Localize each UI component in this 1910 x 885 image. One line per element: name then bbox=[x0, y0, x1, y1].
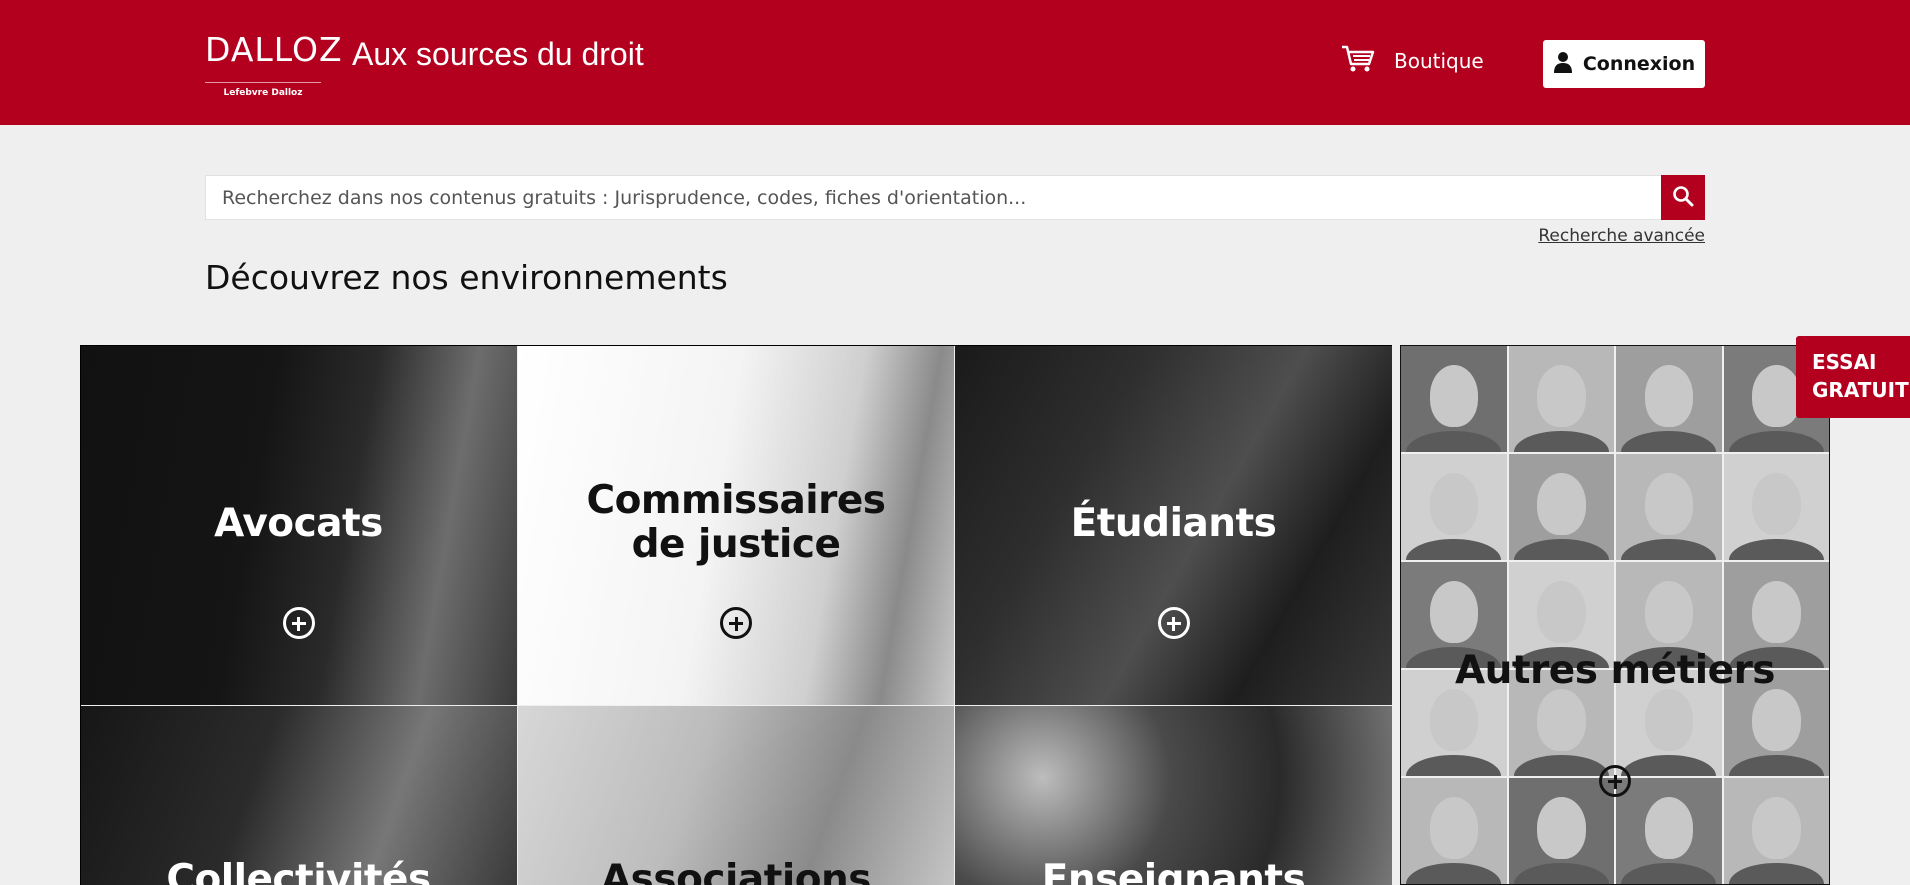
essai-label-line1: ESSAI bbox=[1812, 350, 1877, 374]
tile-label-line: de justice bbox=[631, 522, 841, 567]
logo-divider bbox=[205, 82, 321, 83]
essai-label-line2: GRATUIT bbox=[1812, 378, 1909, 402]
logo-wordmark: DALLOZ bbox=[205, 30, 343, 69]
tile-label: Autres métiers bbox=[1454, 648, 1776, 693]
search-input[interactable] bbox=[206, 176, 1661, 219]
plus-circle-icon[interactable] bbox=[282, 607, 315, 639]
user-icon bbox=[1553, 51, 1573, 77]
boutique-label: Boutique bbox=[1394, 49, 1484, 73]
tile-label: Commissaires de justice bbox=[518, 479, 954, 567]
portrait-image bbox=[1616, 778, 1722, 884]
site-tagline: Aux sources du droit bbox=[352, 36, 644, 72]
tile-label: Associations bbox=[601, 857, 872, 885]
connexion-label: Connexion bbox=[1582, 53, 1696, 75]
site-header: DALLOZ Lefebvre Dalloz Aux sources du dr… bbox=[0, 0, 1910, 125]
cart-icon bbox=[1340, 44, 1376, 78]
portrait-image bbox=[1401, 346, 1507, 452]
tile-label: Collectivités bbox=[166, 857, 431, 885]
portrait-mosaic bbox=[1401, 346, 1829, 884]
portrait-image bbox=[1508, 346, 1614, 452]
search-icon bbox=[1672, 185, 1694, 211]
section-title: Découvrez nos environnements bbox=[205, 258, 728, 297]
logo-subtitle: Lefebvre Dalloz bbox=[223, 88, 303, 98]
tile-commissaires-de-justice[interactable]: Commissaires de justice bbox=[518, 345, 954, 705]
tile-label-line: Commissaires bbox=[586, 478, 886, 523]
search-button[interactable] bbox=[1661, 175, 1705, 220]
tile-etudiants[interactable]: Étudiants bbox=[955, 345, 1392, 705]
tile-enseignants[interactable]: Enseignants bbox=[955, 706, 1392, 885]
portrait-image bbox=[1401, 454, 1507, 560]
plus-circle-icon[interactable] bbox=[1599, 765, 1631, 797]
essai-gratuit-tab[interactable]: ESSAI GRATUIT bbox=[1796, 336, 1910, 418]
tile-label: Étudiants bbox=[1070, 501, 1277, 546]
tile-label: Enseignants bbox=[1041, 857, 1306, 885]
tile-collectivites[interactable]: Collectivités bbox=[80, 706, 517, 885]
dalloz-logo[interactable]: DALLOZ Lefebvre Dalloz bbox=[205, 30, 343, 102]
portrait-image bbox=[1508, 454, 1614, 560]
portrait-image bbox=[1616, 454, 1722, 560]
connexion-button[interactable]: Connexion bbox=[1543, 40, 1705, 88]
portrait-image bbox=[1401, 778, 1507, 884]
plus-circle-icon[interactable] bbox=[720, 607, 752, 639]
advanced-search-link[interactable]: Recherche avancée bbox=[1538, 226, 1705, 246]
plus-circle-icon[interactable] bbox=[1157, 607, 1190, 639]
tile-avocats[interactable]: Avocats bbox=[80, 345, 517, 705]
portrait-image bbox=[1723, 454, 1829, 560]
tile-autres-metiers[interactable]: Autres métiers bbox=[1400, 345, 1830, 885]
search-box bbox=[205, 175, 1661, 220]
tile-label: Avocats bbox=[214, 501, 383, 546]
portrait-image bbox=[1616, 346, 1722, 452]
tile-associations[interactable]: Associations bbox=[518, 706, 954, 885]
portrait-image bbox=[1508, 778, 1614, 884]
portrait-image bbox=[1723, 778, 1829, 884]
boutique-link[interactable]: Boutique bbox=[1340, 44, 1484, 78]
